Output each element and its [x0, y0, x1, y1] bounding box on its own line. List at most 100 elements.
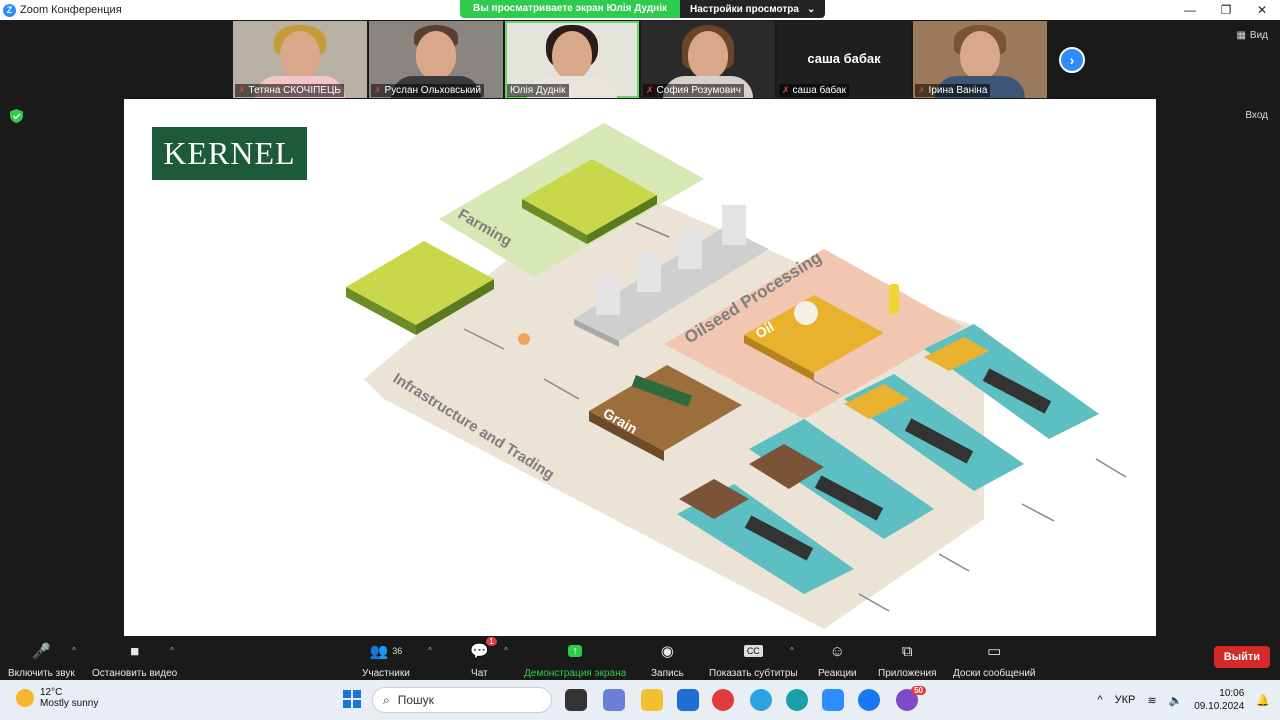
file-explorer-icon[interactable] [641, 689, 663, 711]
lang-indicator[interactable]: УКР [1115, 694, 1136, 706]
share-screen-button[interactable]: ↑ Демонстрация экрана [524, 640, 626, 679]
participant-nameplate: Юлія Дуднік [507, 84, 569, 97]
mic-muted-icon: ✗ [374, 85, 382, 95]
facebook-icon[interactable] [858, 689, 880, 711]
silo [722, 205, 746, 245]
close-button[interactable]: ✕ [1244, 0, 1280, 20]
whiteboards-button[interactable]: ▭ Доски сообщений [953, 640, 1036, 679]
participant-tile[interactable]: ✗ Руслан Ольховський [369, 21, 503, 98]
start-button[interactable] [343, 690, 361, 708]
participant-name: Ірина Ваніна [928, 85, 988, 96]
taskbar-search[interactable]: ⌕ Пошук [372, 687, 552, 713]
windows-logo-icon [343, 690, 351, 698]
participant-tile[interactable]: ✗ Тетяна СКОЧІПЕЦЬ [233, 21, 367, 98]
store-icon[interactable] [677, 689, 699, 711]
silo [637, 252, 661, 292]
silo [596, 275, 620, 315]
telegram-icon[interactable] [750, 689, 772, 711]
task-view-icon[interactable] [565, 689, 587, 711]
stop-video-label: Остановить видео [92, 668, 178, 679]
shared-screen: KERNEL Farming Oilseed Processing Oil Gr… [124, 99, 1156, 636]
captions-options-chevron-icon[interactable]: ^ [790, 646, 794, 655]
minimize-button[interactable]: — [1172, 0, 1208, 20]
audio-options-chevron-icon[interactable]: ^ [72, 646, 76, 655]
video-options-chevron-icon[interactable]: ^ [170, 646, 174, 655]
share-banner: Вы просматриваете экран Юлія Дуднік Наст… [460, 0, 826, 18]
viber-icon[interactable]: 50 [896, 686, 926, 711]
chat-options-chevron-icon[interactable]: ^ [504, 646, 508, 655]
chrome-icon[interactable] [712, 689, 734, 711]
security-shield-icon [10, 109, 23, 123]
weather-condition: Mostly sunny [40, 698, 99, 709]
notification-bell-icon[interactable]: 🔔 [1256, 694, 1270, 707]
record-icon: ◉ [660, 643, 674, 660]
reactions-button[interactable]: ☺ Реакции [818, 640, 857, 680]
participant-name: саша бабак [792, 85, 846, 96]
mic-muted-icon: ✗ [646, 85, 654, 95]
share-screen-icon: ↑ [568, 640, 582, 662]
view-button-label: Вид [1249, 30, 1268, 41]
video-camera-icon: ■ [130, 642, 140, 660]
clock[interactable]: 10:06 09.10.2024 [1194, 687, 1244, 713]
flow-arrow [1095, 458, 1127, 478]
flow-arrow [1021, 503, 1055, 522]
unmute-button[interactable]: 🎤 Включить звук [8, 640, 75, 679]
participant-face [688, 31, 728, 79]
leave-meeting-button[interactable]: Выйти [1213, 646, 1270, 668]
volume-icon[interactable]: 🔈 [1169, 694, 1183, 707]
participant-name: Юлія Дуднік [510, 85, 566, 96]
record-button[interactable]: ◉ Запись [651, 640, 684, 679]
participant-tile[interactable]: ✗ Ірина Ваніна [913, 21, 1047, 98]
chat-icon: 💬 1 [470, 637, 497, 662]
date: 09.10.2024 [1194, 701, 1245, 712]
stop-video-button[interactable]: ■ Остановить видео [92, 640, 178, 680]
captions-label: Показать субтитры [709, 668, 798, 679]
apps-button[interactable]: ⧉ Приложения [878, 640, 937, 680]
participant-face [280, 31, 320, 79]
system-tray: ^ УКР ≋ 🔈 10:06 09.10.2024 🔔 [1097, 680, 1280, 720]
weather-widget[interactable]: 12°C Mostly sunny [16, 687, 98, 709]
mic-muted-icon: ✗ [238, 85, 246, 95]
chat-unread-badge: 1 [486, 637, 497, 646]
next-participants-button[interactable]: › [1059, 47, 1085, 73]
zoom-taskbar-icon[interactable] [822, 689, 844, 711]
view-options-button[interactable]: Настройки просмотра ⌄ [680, 0, 826, 18]
captions-button[interactable]: CC Показать субтитры [709, 640, 798, 679]
oil-plant [794, 301, 818, 325]
participants-options-chevron-icon[interactable]: ^ [428, 646, 432, 655]
reactions-label: Реакции [818, 668, 857, 679]
chevron-up-icon[interactable]: ^ [1097, 694, 1102, 706]
participants-icon: 👥 36 [369, 643, 403, 660]
maximize-button[interactable]: ❐ [1208, 0, 1244, 20]
participant-tile-active-speaker[interactable]: Юлія Дуднік [505, 21, 639, 98]
view-button[interactable]: ▦ Вид [1236, 30, 1268, 41]
mic-muted-icon: ✗ [918, 85, 926, 95]
search-icon: ⌕ [383, 692, 390, 707]
zoom-logo-icon: Z [3, 3, 16, 17]
participant-name: София Розумович [656, 85, 741, 96]
unmute-label: Включить звук [8, 668, 75, 679]
captions-icon: CC [743, 640, 763, 662]
participants-button[interactable]: 👥 36 Участники [362, 640, 410, 679]
window-controls: — ❐ ✕ [1172, 0, 1280, 20]
participant-name: Тетяна СКОЧІПЕЦЬ [248, 85, 341, 96]
wifi-icon[interactable]: ≋ [1147, 694, 1156, 707]
meeting-toolbar: 🎤 Включить звук ^ ■ Остановить видео ^ 👥… [0, 636, 1280, 680]
grid-icon: ▦ [1236, 30, 1246, 41]
chat-button[interactable]: 💬 1 Чат [470, 637, 497, 679]
participant-tile[interactable]: саша бабак ✗ саша бабак [777, 21, 911, 98]
mic-muted-icon: 🎤 [32, 643, 51, 660]
silo [678, 229, 702, 269]
edge-icon[interactable] [786, 689, 808, 711]
time: 10:06 [1219, 688, 1245, 699]
sun-icon [16, 689, 34, 707]
viber-badge: 50 [911, 686, 926, 695]
windows-taskbar: 12°C Mostly sunny ⌕ Пошук 50 ^ УКР ≋ 🔈 1… [0, 680, 1280, 720]
participant-face [416, 31, 456, 79]
widgets-icon[interactable] [603, 689, 625, 711]
exit-fullscreen-button[interactable]: Вход [1245, 110, 1268, 121]
participant-nameplate: ✗ Ірина Ваніна [915, 84, 991, 97]
reaction-smiley-icon: ☺ [829, 642, 845, 660]
participant-tile[interactable]: ✗ София Розумович [641, 21, 775, 98]
viewing-status: Вы просматриваете экран Юлія Дуднік [460, 0, 681, 18]
